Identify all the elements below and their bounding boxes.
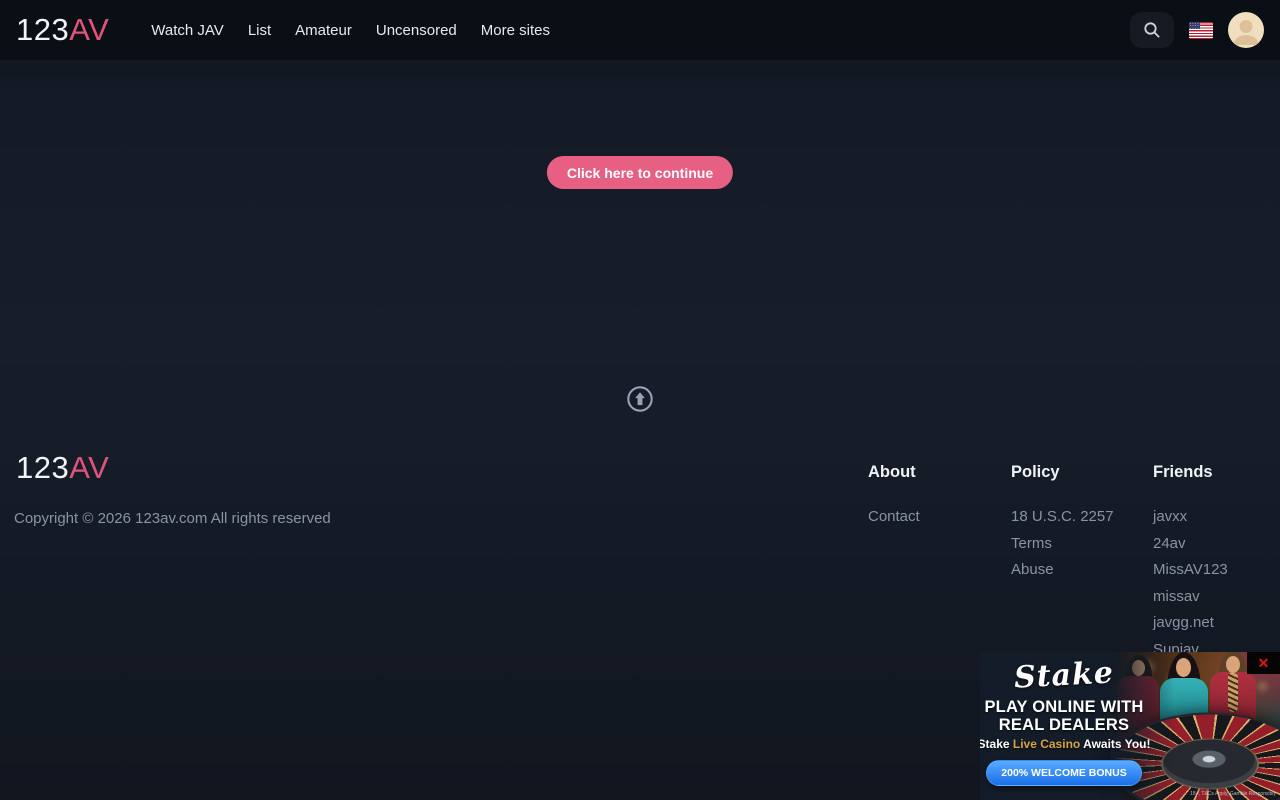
user-avatar-icon	[1228, 12, 1264, 48]
friend-link-javgg[interactable]: javgg.net	[1153, 614, 1214, 631]
navbar-right-cluster	[1130, 12, 1264, 48]
footer-logo-prefix: 123	[16, 450, 69, 485]
ad-text-panel: Stake PLAY ONLINE WITH REAL DEALERS Stak…	[980, 652, 1148, 800]
friend-link-24av[interactable]: 24av	[1153, 535, 1186, 552]
dealer-hair	[1167, 652, 1201, 726]
top-navbar: 123AV Watch JAV List Amateur Uncensored …	[0, 0, 1280, 60]
bokeh-light	[1230, 658, 1242, 670]
dealer-scarf	[1228, 672, 1238, 712]
dealer-outfit	[1210, 672, 1256, 740]
bokeh-light	[1258, 682, 1267, 691]
footer-link-terms[interactable]: Terms	[1011, 535, 1052, 552]
ad-subline-suffix: Awaits You!	[1080, 737, 1150, 751]
list-item: Terms	[1011, 531, 1114, 558]
list-item: 18 U.S.C. 2257	[1011, 504, 1114, 531]
avatar[interactable]	[1228, 12, 1264, 48]
list-item: Contact	[868, 504, 920, 531]
ad-banner[interactable]: Stake PLAY ONLINE WITH REAL DEALERS Stak…	[980, 652, 1280, 800]
ad-subline-prefix: Stake	[980, 737, 1013, 751]
ad-brand-logo: Stake	[1013, 655, 1115, 695]
ad-subline: Stake Live Casino Awaits You!	[980, 737, 1150, 751]
footer-column-about: About Contact	[868, 463, 920, 531]
arrow-up-circle-icon	[626, 385, 654, 413]
friend-link-missav123[interactable]: MissAV123	[1153, 561, 1228, 578]
footer-column-title: Friends	[1153, 463, 1228, 482]
list-item: javgg.net	[1153, 610, 1228, 637]
nav-item-amateur[interactable]: Amateur	[295, 16, 352, 45]
footer-link-contact[interactable]: Contact	[868, 508, 920, 525]
nav-item-watch-jav[interactable]: Watch JAV	[151, 16, 224, 45]
dealer-face	[1226, 656, 1240, 673]
ad-headline-line2: REAL DEALERS	[999, 716, 1129, 734]
ad-headline-line1: PLAY ONLINE WITH	[984, 698, 1143, 716]
close-icon: ✕	[1258, 655, 1270, 671]
copyright-text: Copyright © 2026 123av.com All rights re…	[14, 510, 331, 527]
flag-canton	[1189, 22, 1200, 30]
dealer-outfit	[1160, 678, 1208, 750]
footer-link-abuse[interactable]: Abuse	[1011, 561, 1054, 578]
list-item: Abuse	[1011, 557, 1114, 584]
nav-item-uncensored[interactable]: Uncensored	[376, 16, 457, 45]
footer-logo-suffix: AV	[69, 450, 109, 485]
footer-column-friends: Friends javxx 24av MissAV123 missav javg…	[1153, 463, 1228, 664]
logo-text-suffix: AV	[69, 12, 109, 48]
logo-text-prefix: 123	[16, 12, 69, 48]
friend-link-missav[interactable]: missav	[1153, 588, 1200, 605]
dealer-face	[1176, 658, 1191, 677]
scroll-top-button[interactable]	[626, 385, 654, 413]
ad-subline-highlight: Live Casino	[1013, 737, 1080, 751]
list-item: javxx	[1153, 504, 1228, 531]
footer-column-title: About	[868, 463, 920, 482]
friend-link-javxx[interactable]: javxx	[1153, 508, 1187, 525]
list-item: 24av	[1153, 531, 1228, 558]
footer-logo[interactable]: 123AV	[16, 450, 109, 486]
ad-cta-button[interactable]: 200% WELCOME BONUS	[986, 760, 1141, 786]
footer-column-title: Policy	[1011, 463, 1114, 482]
footer-column-policy: Policy 18 U.S.C. 2257 Terms Abuse	[1011, 463, 1114, 584]
ad-disclaimer: 18+, T&Cs Apply, Gamble Responsibly	[1190, 791, 1276, 797]
nav-item-more-sites[interactable]: More sites	[481, 16, 550, 45]
search-icon	[1142, 20, 1162, 40]
logo[interactable]: 123AV	[16, 12, 109, 48]
us-flag-icon[interactable]	[1189, 22, 1213, 39]
footer-link-2257[interactable]: 18 U.S.C. 2257	[1011, 508, 1114, 525]
list-item: missav	[1153, 584, 1228, 611]
ad-close-button[interactable]: ✕	[1247, 652, 1280, 674]
ad-headline: PLAY ONLINE WITH REAL DEALERS	[984, 698, 1143, 734]
nav-item-list[interactable]: List	[248, 16, 271, 45]
search-button[interactable]	[1130, 12, 1174, 48]
main-nav: Watch JAV List Amateur Uncensored More s…	[151, 16, 550, 45]
continue-button[interactable]: Click here to continue	[547, 156, 733, 189]
roulette-spinner	[1206, 716, 1213, 750]
list-item: MissAV123	[1153, 557, 1228, 584]
bokeh-light	[1168, 674, 1178, 684]
dealer-hair	[1219, 652, 1247, 697]
